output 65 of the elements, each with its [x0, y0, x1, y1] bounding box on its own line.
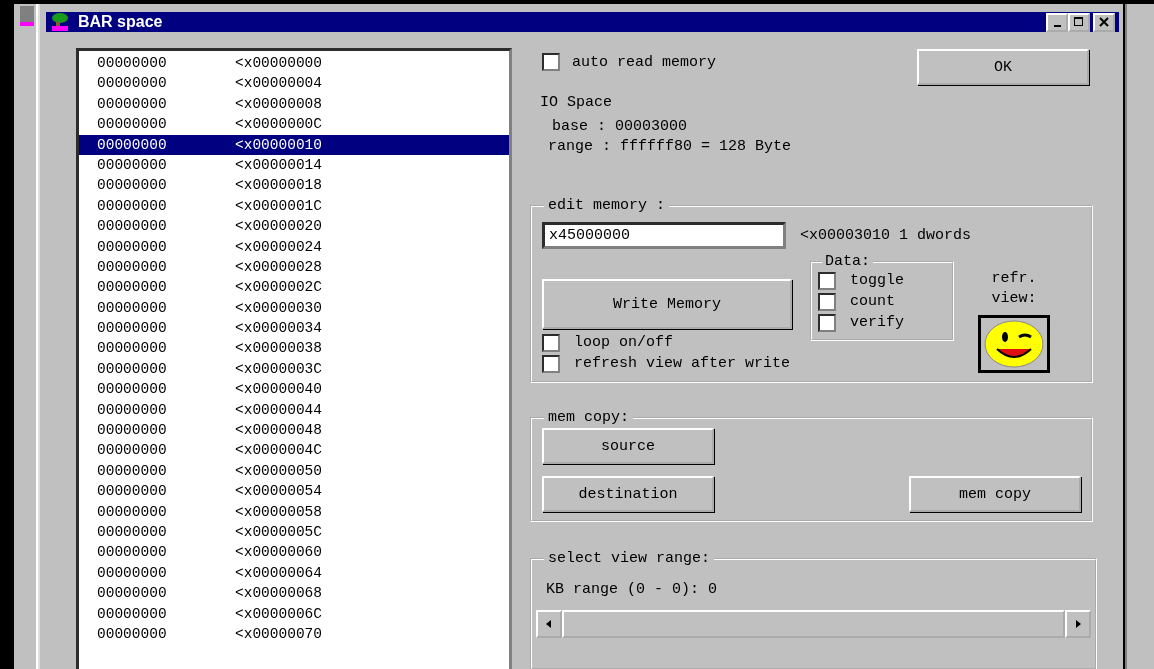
- memory-row[interactable]: 00000000 <x0000006C: [79, 603, 509, 624]
- mem-copy-button[interactable]: mem copy: [909, 476, 1081, 512]
- scroll-left-button[interactable]: [536, 610, 562, 638]
- group-title: Data:: [824, 253, 871, 270]
- memory-row[interactable]: 00000000 <x00000068: [79, 583, 509, 604]
- memory-row[interactable]: 00000000 <x00000058: [79, 501, 509, 522]
- memory-row[interactable]: 00000000 <x0000002C: [79, 277, 509, 298]
- data-checkbox[interactable]: toggle: [818, 270, 946, 291]
- auto-read-checkbox[interactable]: auto read memory: [542, 53, 717, 71]
- group-title: mem copy:: [547, 409, 630, 426]
- memory-row[interactable]: 00000000 <x00000050: [79, 460, 509, 482]
- memory-row[interactable]: 00000000 <x00000044: [79, 399, 509, 421]
- memory-row[interactable]: 00000000 <x00000020: [79, 216, 509, 237]
- data-checkbox[interactable]: count: [818, 291, 946, 312]
- memory-row[interactable]: 00000000 <x00000000: [79, 53, 509, 74]
- kb-range-label: KB range (0 - 0): 0: [546, 581, 719, 598]
- memory-row[interactable]: 00000000 <x00000048: [79, 420, 509, 441]
- maximize-button[interactable]: [1068, 12, 1090, 32]
- right-arrow-icon: [1074, 619, 1082, 629]
- range-label: range : ffffff80 = 128 Byte: [548, 138, 793, 155]
- refresh-view-label: refr. view:: [991, 269, 1037, 309]
- scrollbar[interactable]: [536, 610, 1091, 638]
- memory-row[interactable]: 00000000 <x00000070: [79, 623, 509, 645]
- memory-row[interactable]: 00000000 <x0000001C: [79, 195, 509, 217]
- memory-row[interactable]: 00000000 <x0000004C: [79, 440, 509, 461]
- address-label: <x00003010 1 dwords: [800, 227, 972, 244]
- memory-row[interactable]: 00000000 <x00000064: [79, 562, 509, 584]
- left-arrow-icon: [545, 619, 553, 629]
- winking-smiley-icon: [983, 319, 1045, 369]
- option-checkbox[interactable]: loop on/off: [542, 332, 810, 353]
- memory-row[interactable]: 00000000 <x0000003C: [79, 358, 509, 380]
- group-title: select view range:: [547, 550, 712, 567]
- memory-row[interactable]: 00000000 <x00000008: [79, 93, 509, 115]
- memory-row[interactable]: 00000000 <x00000014: [79, 154, 509, 176]
- memory-row[interactable]: 00000000 <x00000060: [79, 542, 509, 563]
- memory-row[interactable]: 00000000 <x00000028: [79, 256, 509, 278]
- memory-row[interactable]: 00000000 <x00000018: [79, 175, 509, 196]
- memory-row[interactable]: 00000000 <x00000030: [79, 297, 509, 319]
- window-title: BAR space: [78, 13, 164, 31]
- group-title: edit memory :: [547, 197, 667, 214]
- memory-row[interactable]: 00000000 <x00000004: [79, 73, 509, 94]
- source-button[interactable]: source: [542, 428, 714, 464]
- minimize-icon: [1053, 24, 1061, 27]
- close-icon: [1099, 17, 1109, 27]
- memory-row[interactable]: 00000000 <x0000000C: [79, 114, 509, 135]
- write-memory-button[interactable]: Write Memory: [542, 279, 792, 329]
- ok-button[interactable]: OK: [917, 49, 1089, 85]
- memory-value-field[interactable]: x45000000: [542, 222, 786, 249]
- option-checkbox[interactable]: refresh view after write: [542, 353, 810, 374]
- memory-row[interactable]: 00000000 <x00000034: [79, 318, 509, 339]
- io-space-label: IO Space: [540, 94, 613, 111]
- data-checkbox[interactable]: verify: [818, 312, 946, 333]
- maximize-icon: [1074, 17, 1084, 27]
- memory-row[interactable]: 00000000 <x00000038: [79, 338, 509, 359]
- memory-row[interactable]: 00000000 <x00000040: [79, 379, 509, 400]
- memory-row[interactable]: 00000000 <x00000010: [79, 134, 509, 155]
- destination-button[interactable]: destination: [542, 476, 714, 512]
- minimize-button[interactable]: [1046, 12, 1068, 32]
- base-label: base : 00003000: [552, 118, 689, 135]
- memory-row[interactable]: 00000000 <x00000054: [79, 481, 509, 502]
- memory-row[interactable]: 00000000 <x0000005C: [79, 522, 509, 543]
- close-button[interactable]: [1093, 12, 1115, 32]
- memory-row[interactable]: 00000000 <x00000024: [79, 236, 509, 257]
- scroll-right-button[interactable]: [1065, 610, 1091, 638]
- refresh-view-button[interactable]: [978, 315, 1050, 373]
